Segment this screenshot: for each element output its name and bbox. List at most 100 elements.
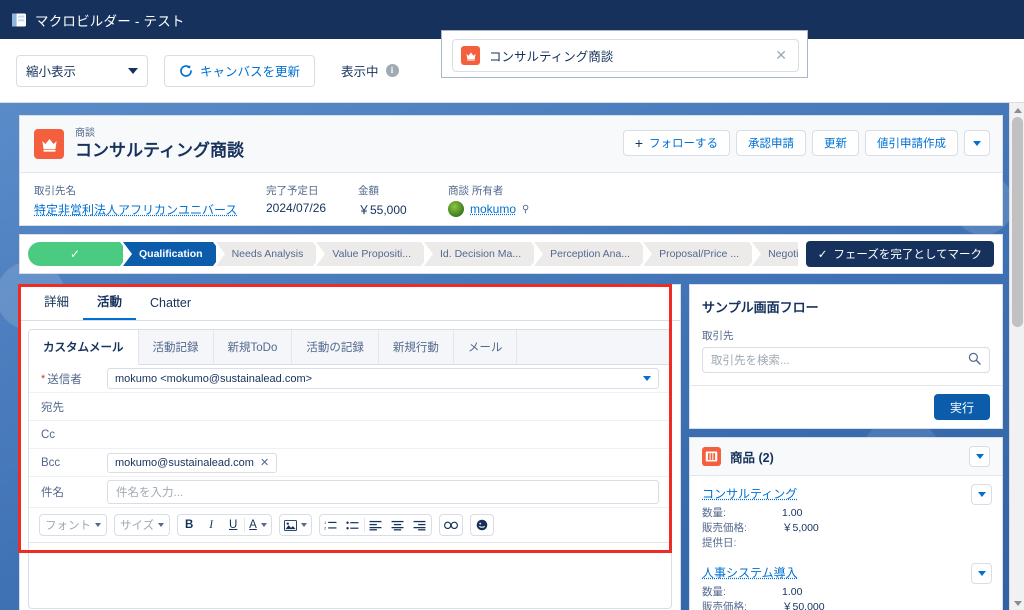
record-tab[interactable]: コンサルティング商談 ✕ [452, 39, 799, 72]
product-row-menu-button[interactable] [971, 484, 992, 505]
font-size-select[interactable]: サイズ [115, 515, 169, 535]
field-amount-label: 金額 [358, 185, 379, 197]
text-style-group: B I U A [177, 514, 272, 536]
create-discount-request-button[interactable]: 値引申請作成 [865, 130, 958, 156]
composer-tab-log-activity[interactable]: 活動記録 [139, 330, 214, 364]
chevron-down-icon [977, 571, 986, 576]
path-stage-value-proposition[interactable]: Value Propositi... [316, 242, 430, 266]
record-actions: フォローする 承認申請 更新 値引申請作成 [622, 130, 990, 156]
scrollbar-thumb[interactable] [1012, 117, 1023, 327]
cc-input[interactable] [107, 426, 659, 444]
composer-tab-new-event[interactable]: 新規行動 [379, 330, 454, 364]
ordered-list-icon[interactable]: 1 2 [320, 515, 342, 535]
path-stage-perception-analysis[interactable]: Perception Ana... [534, 242, 650, 266]
product-name-link[interactable]: コンサルティング [702, 485, 797, 502]
image-icon[interactable] [280, 515, 311, 535]
path-stage-proposal-price-quote[interactable]: Proposal/Price ... [643, 242, 759, 266]
refresh-canvas-button[interactable]: キャンバスを更新 [164, 54, 316, 87]
underline-button[interactable]: U [222, 515, 244, 535]
email-row-cc[interactable]: Cc [29, 421, 671, 449]
composer-tab-label: 新規行動 [392, 342, 439, 354]
close-icon[interactable]: ✕ [260, 456, 269, 469]
flow-run-button[interactable]: 実行 [933, 394, 990, 420]
email-body-editor[interactable] [29, 543, 671, 579]
path-stage-label: Perception Ana... [550, 248, 631, 260]
vertical-scrollbar[interactable] [1009, 103, 1024, 610]
from-value: mokumo <mokumo@sustainalead.com> [115, 372, 313, 385]
composer-tab-new-task[interactable]: 新規ToDo [214, 330, 293, 364]
from-select[interactable]: mokumo <mokumo@sustainalead.com> [107, 368, 659, 389]
submit-approval-label: 承認申請 [748, 138, 794, 150]
insert-image-group [278, 514, 312, 536]
tab-activity[interactable]: 活動 [83, 286, 137, 320]
flow-account-label: 取引先 [702, 330, 734, 342]
align-center-icon[interactable] [387, 515, 409, 535]
scroll-up-arrow-icon[interactable] [1010, 103, 1024, 117]
product-row-menu-button[interactable] [971, 563, 992, 584]
font-family-select[interactable]: フォント [40, 515, 106, 535]
composer-tab-label: カスタムメール [43, 342, 124, 354]
list-item: 人事システム導入 数量: 1.00 販売価格: ￥50,000 提供日: [690, 555, 1002, 610]
emoji-icon[interactable] [471, 515, 493, 535]
field-owner-value[interactable]: mokumo [470, 202, 516, 216]
activity-composer: カスタムメール 活動記録 新規ToDo 活動の記録 新規行動 メール * 送信者… [28, 329, 672, 609]
product-price-value: ￥50,000 [782, 601, 825, 610]
composer-tab-email[interactable]: メール [454, 330, 518, 364]
list-align-group: 1 2 [318, 514, 432, 536]
more-actions-button[interactable] [964, 130, 990, 156]
composer-tab-custom-email[interactable]: カスタムメール [29, 330, 139, 365]
record-detail-tabs: 詳細 活動 Chatter [20, 285, 680, 320]
composer-tab-log-a-call[interactable]: 活動の記録 [292, 330, 379, 364]
change-owner-icon[interactable]: ⚲ [522, 204, 529, 215]
chevron-down-icon [643, 376, 651, 381]
bold-button[interactable]: B [178, 515, 200, 535]
view-scale-select[interactable]: 縮小表示 [16, 54, 148, 87]
products-menu-button[interactable] [969, 446, 990, 467]
subject-placeholder: 件名を入力... [116, 487, 184, 499]
chevron-down-icon [973, 140, 981, 146]
bcc-input[interactable]: mokumo@sustainalead.com ✕ [107, 452, 659, 473]
subject-field: 件名を入力... [107, 480, 659, 504]
submit-for-approval-button[interactable]: 承認申請 [736, 130, 806, 156]
bullet-list-icon[interactable] [342, 515, 364, 535]
path-stage-qualification[interactable]: Qualification [123, 242, 222, 266]
field-close-date-value: 2024/07/26 [266, 201, 327, 215]
email-row-bcc: Bcc mokumo@sustainalead.com ✕ [29, 449, 671, 477]
mark-stage-complete-button[interactable]: ✓ フェーズを完了としてマーク [805, 241, 994, 267]
bcc-recipient-chip[interactable]: mokumo@sustainalead.com ✕ [107, 452, 278, 473]
align-left-icon[interactable] [365, 515, 387, 535]
path-stage-negotiation-review[interactable]: Negotiation/Re... [752, 242, 798, 266]
record-tab-label: コンサルティング商談 [489, 50, 614, 64]
info-icon[interactable]: i [385, 64, 399, 77]
link-icon[interactable] [440, 515, 462, 535]
product-name-link[interactable]: 人事システム導入 [702, 564, 798, 581]
italic-button[interactable]: I [200, 515, 222, 535]
email-fields: * 送信者 mokumo <mokumo@sustainalead.com> 宛… [29, 365, 671, 508]
path-stage-needs-analysis[interactable]: Needs Analysis [215, 242, 323, 266]
to-input[interactable] [107, 398, 659, 416]
composer-tab-label: 活動の記録 [306, 342, 364, 354]
refresh-canvas-label: キャンバスを更新 [200, 65, 301, 79]
edit-button[interactable]: 更新 [812, 130, 859, 156]
tab-activity-label: 活動 [97, 295, 123, 309]
close-icon[interactable]: ✕ [772, 47, 790, 64]
product-price-row: 販売価格: ￥5,000 [702, 521, 990, 536]
path-stage-id-decision-makers[interactable]: Id. Decision Ma... [424, 242, 541, 266]
text-color-button[interactable]: A [245, 515, 271, 535]
scroll-down-arrow-icon[interactable] [1010, 596, 1024, 610]
product-quantity-row: 数量: 1.00 [702, 506, 990, 521]
email-row-to[interactable]: 宛先 [29, 393, 671, 421]
field-account-name-label: 取引先名 [34, 185, 76, 197]
align-right-icon[interactable] [409, 515, 431, 535]
tab-chatter[interactable]: Chatter [136, 291, 205, 320]
path-stage-label: Needs Analysis [231, 248, 304, 260]
subject-input[interactable]: 件名を入力... [107, 480, 659, 504]
path-stage-completed[interactable]: ✓ [28, 242, 129, 266]
flow-footer: 実行 [690, 385, 1002, 428]
account-search-input[interactable]: 取引先を検索... [702, 347, 990, 373]
field-account-name-value[interactable]: 特定非営利法人アフリカンユニバース [34, 201, 266, 218]
svg-text:1: 1 [324, 521, 326, 525]
tab-details[interactable]: 詳細 [30, 286, 83, 320]
follow-button[interactable]: フォローする [622, 130, 730, 156]
text-color-label: A [249, 519, 257, 531]
